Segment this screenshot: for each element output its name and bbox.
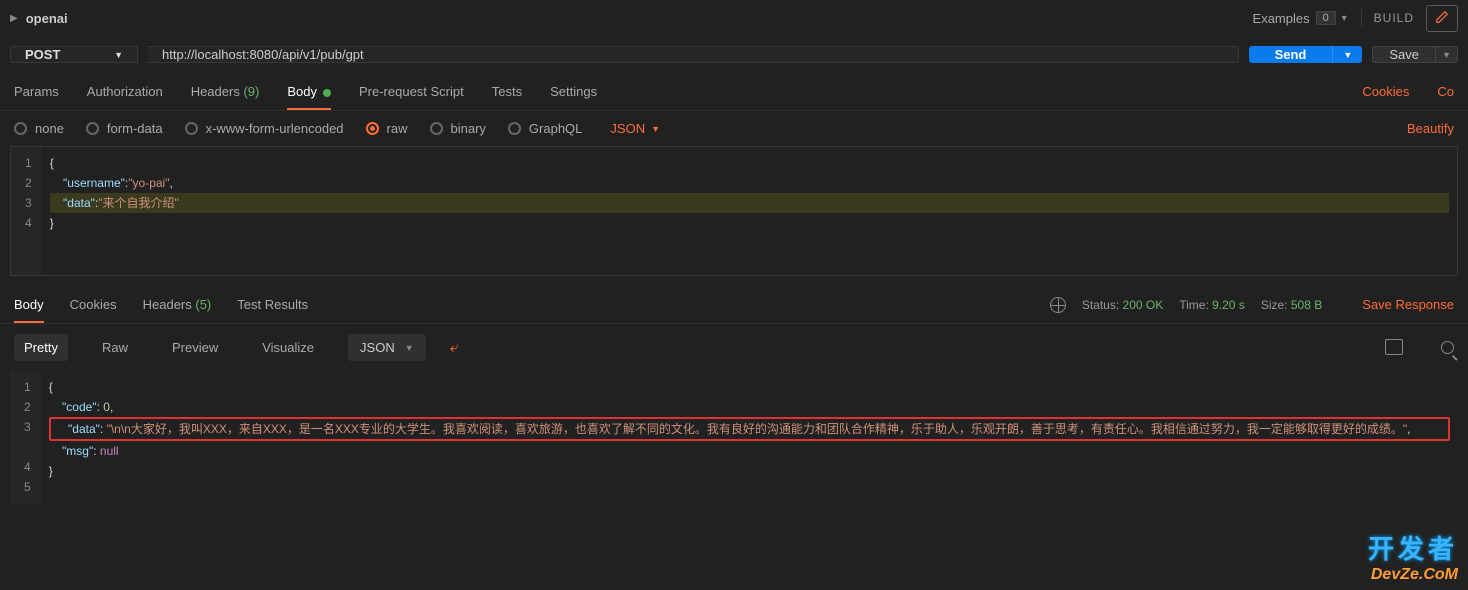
resp-pretty[interactable]: Pretty xyxy=(14,334,68,361)
chevron-down-icon: ▼ xyxy=(114,50,123,60)
raw-format-select[interactable]: JSON▼ xyxy=(610,121,660,136)
wrap-lines-icon[interactable]: ⤶ xyxy=(450,339,459,357)
tab-authorization[interactable]: Authorization xyxy=(87,74,163,109)
examples-count: 0 xyxy=(1316,11,1336,25)
radio-raw[interactable]: raw xyxy=(366,121,408,136)
build-button[interactable]: BUILD xyxy=(1374,11,1414,25)
method-value: POST xyxy=(25,47,60,62)
response-tabs: Body Cookies Headers (5) Test Results St… xyxy=(0,286,1468,324)
body-type-row: none form-data x-www-form-urlencoded raw… xyxy=(0,111,1468,146)
method-select[interactable]: POST ▼ xyxy=(10,46,138,63)
save-button[interactable]: Save xyxy=(1373,47,1435,62)
url-input[interactable]: http://localhost:8080/api/v1/pub/gpt xyxy=(148,46,1239,63)
chevron-down-icon[interactable]: ▼ xyxy=(1340,13,1349,23)
radio-form-data[interactable]: form-data xyxy=(86,121,163,136)
radio-none[interactable]: none xyxy=(14,121,64,136)
radio-graphql[interactable]: GraphQL xyxy=(508,121,582,136)
response-body-viewer[interactable]: 1 2 3 4 5 { "code": 0, "data": "\n\n大家好，… xyxy=(10,371,1458,503)
watermark: 开发者 DevZe.CoM xyxy=(1368,529,1458,584)
collapse-icon[interactable]: ▶ xyxy=(10,13,18,24)
send-dropdown[interactable]: ▼ xyxy=(1332,46,1362,63)
beautify-link[interactable]: Beautify xyxy=(1407,121,1454,136)
save-response-link[interactable]: Save Response xyxy=(1362,297,1454,312)
request-name: openai xyxy=(26,11,68,26)
line-gutter: 1 2 3 4 xyxy=(11,147,42,275)
tab-body[interactable]: Body xyxy=(287,74,331,109)
response-meta: Status: 200 OK Time: 9.20 s Size: 508 B xyxy=(1050,297,1322,313)
request-title-bar: ▶ openai Examples 0 ▼ BUILD xyxy=(0,0,1468,36)
tab-headers[interactable]: Headers (9) xyxy=(191,74,260,109)
resp-raw[interactable]: Raw xyxy=(92,334,138,361)
resp-tab-cookies[interactable]: Cookies xyxy=(70,287,117,322)
copy-icon[interactable] xyxy=(1387,341,1403,355)
tab-tests[interactable]: Tests xyxy=(492,74,522,109)
globe-icon[interactable] xyxy=(1050,297,1066,313)
search-icon[interactable] xyxy=(1441,341,1454,354)
url-row: POST ▼ http://localhost:8080/api/v1/pub/… xyxy=(0,36,1468,73)
resp-tab-body[interactable]: Body xyxy=(14,287,44,322)
cookies-link[interactable]: Cookies xyxy=(1362,84,1409,99)
send-button[interactable]: Send xyxy=(1249,46,1333,63)
resp-tab-tests[interactable]: Test Results xyxy=(237,287,308,322)
tab-prerequest[interactable]: Pre-request Script xyxy=(359,74,464,109)
resp-visualize[interactable]: Visualize xyxy=(252,334,324,361)
resp-format-select[interactable]: JSON▼ xyxy=(348,334,426,361)
resp-preview[interactable]: Preview xyxy=(162,334,228,361)
radio-binary[interactable]: binary xyxy=(430,121,486,136)
radio-urlencoded[interactable]: x-www-form-urlencoded xyxy=(185,121,344,136)
highlighted-data-line: "data": "\n\n大家好，我叫XXX，来自XXX，是一名XXX专业的大学… xyxy=(49,417,1450,441)
line-gutter: 1 2 3 4 5 xyxy=(10,371,41,503)
tab-params[interactable]: Params xyxy=(14,74,59,109)
tab-settings[interactable]: Settings xyxy=(550,74,597,109)
resp-tab-headers[interactable]: Headers (5) xyxy=(143,287,212,322)
save-dropdown[interactable]: ▼ xyxy=(1435,47,1457,62)
modified-dot-icon xyxy=(323,89,331,97)
request-tabs: Params Authorization Headers (9) Body Pr… xyxy=(0,73,1468,111)
request-body-editor[interactable]: 1 2 3 4 { "username":"yo-pai", "data":"来… xyxy=(10,146,1458,276)
code-link[interactable]: Co xyxy=(1437,84,1454,99)
response-view-row: Pretty Raw Preview Visualize JSON▼ ⤶ xyxy=(0,324,1468,371)
edit-button[interactable] xyxy=(1426,5,1458,32)
examples-label[interactable]: Examples xyxy=(1253,11,1310,26)
